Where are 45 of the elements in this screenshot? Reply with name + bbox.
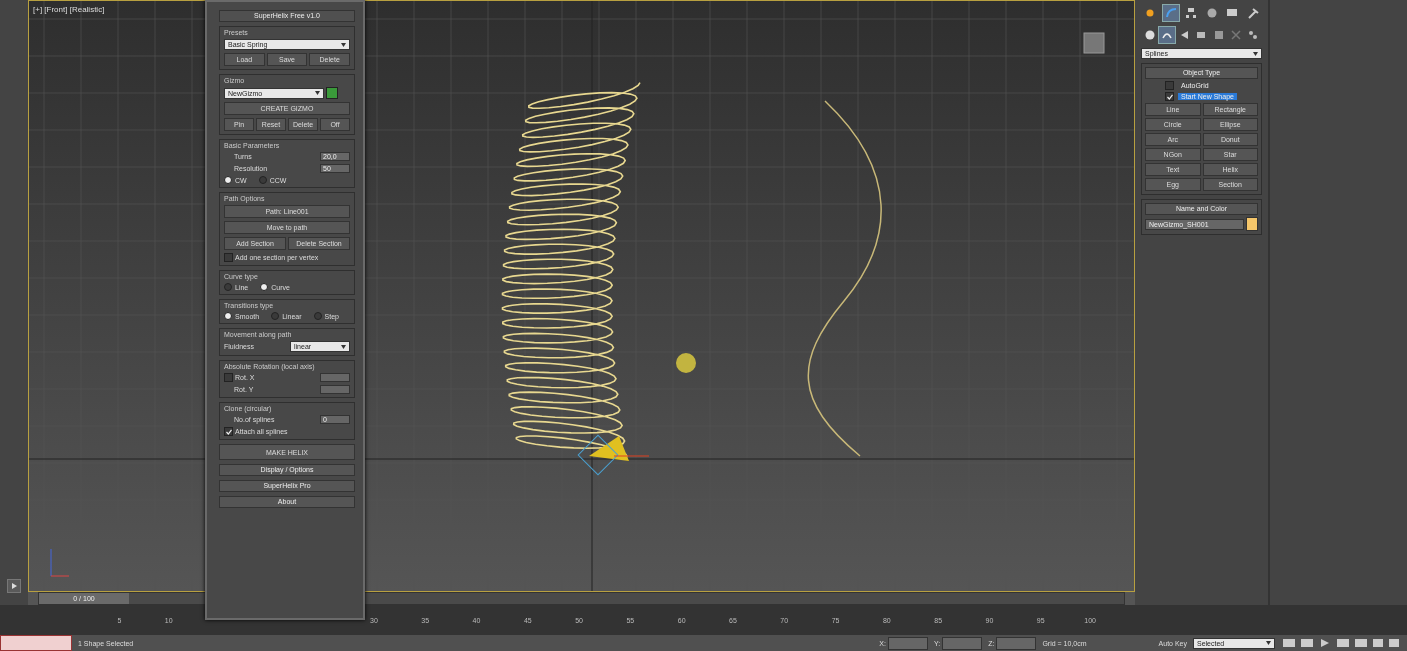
viewport-label[interactable]: [+] [Front] [Realistic] [33,5,105,14]
play-button[interactable] [7,579,21,593]
caret-icon [315,91,320,95]
circle-icon [1205,7,1218,19]
gizmo-icon [577,434,650,476]
radio-button[interactable] [260,283,269,291]
panel-tab[interactable] [1161,4,1180,22]
playback-controls-icon[interactable] [1281,638,1401,648]
spinner-field[interactable] [320,373,350,382]
radio-button[interactable] [258,176,267,184]
radio-button[interactable] [271,312,280,320]
coordinate-field[interactable] [887,636,928,650]
hierarchy-icon [1185,7,1198,19]
caret-icon [341,344,346,349]
checkbox[interactable] [1165,92,1174,101]
category-tab[interactable] [1158,26,1176,44]
hammer-icon [1246,7,1259,19]
spinner-field[interactable] [320,385,350,394]
radio-button[interactable] [224,176,232,184]
checkmark-icon [225,428,232,435]
play-icon [11,583,17,589]
view-cube-icon [1083,32,1105,54]
checkbox[interactable] [224,427,233,436]
checkbox[interactable] [224,253,233,262]
radio-button[interactable] [224,283,232,291]
curve-icon [1164,7,1177,19]
caret-icon [1266,641,1271,645]
add-button[interactable] [326,87,338,99]
coordinate-field[interactable] [996,636,1037,650]
axis-icon [50,548,70,577]
script-listener-field[interactable] [0,635,72,651]
coordinate-field[interactable] [942,636,983,650]
caret-icon [341,42,346,47]
monitor-icon [1226,7,1239,19]
sun-icon [1144,7,1156,19]
cursor-dot [676,353,696,373]
sphere-icon [1143,29,1156,41]
radio-button[interactable] [224,312,232,320]
color-swatch[interactable] [1246,217,1258,231]
checkmark-icon [1166,93,1173,100]
radio-button[interactable] [313,312,322,320]
caret-icon [1253,51,1258,56]
systems-icon [1247,29,1260,41]
checkbox[interactable] [224,373,233,382]
checkbox[interactable] [1165,81,1174,90]
